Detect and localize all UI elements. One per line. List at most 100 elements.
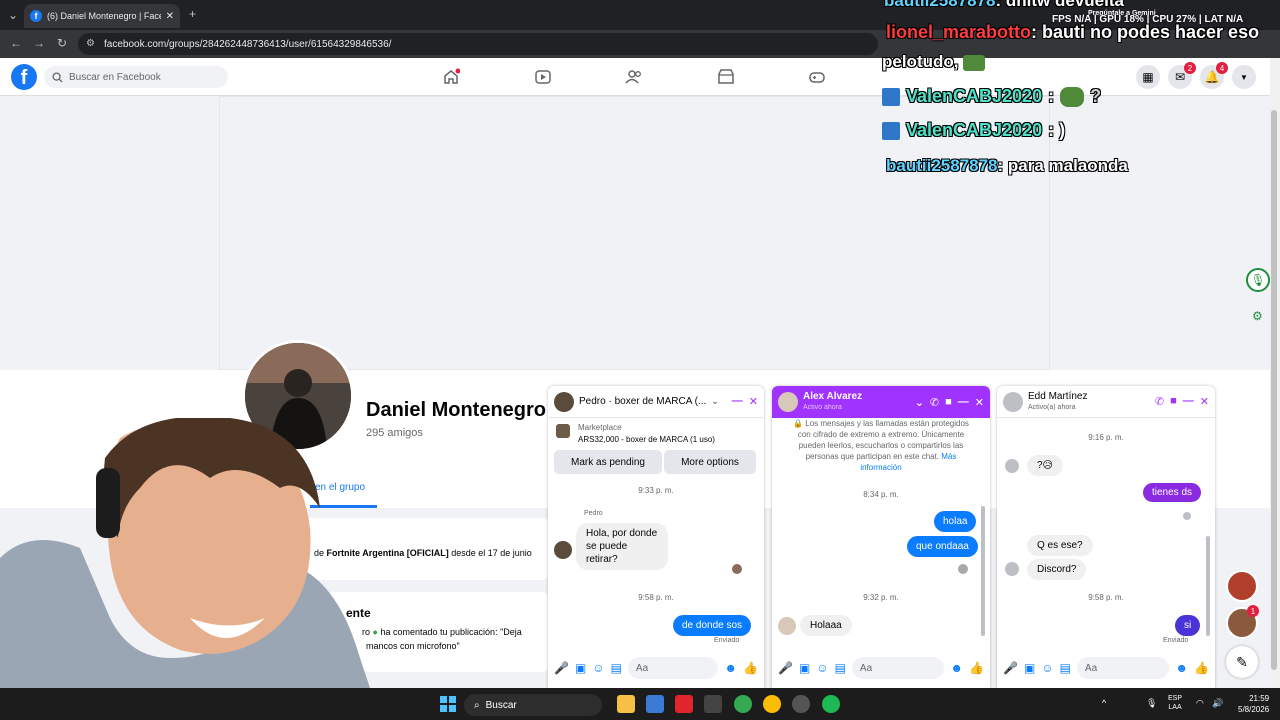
chat-window-pedro: Pedro · boxer de MARCA (... ⌄ — ✕ Market… <box>548 386 764 688</box>
sticker-icon[interactable]: ☺ <box>816 661 828 675</box>
webcam-overlay <box>0 418 370 688</box>
chevron-down-icon[interactable]: ⌄ <box>711 396 719 407</box>
close-icon[interactable]: ✕ <box>975 396 984 409</box>
timestamp: 9:58 p. m. <box>638 593 674 602</box>
emoji-icon[interactable]: ☻ <box>724 661 737 675</box>
forward-icon[interactable]: → <box>33 37 45 49</box>
new-message-icon[interactable]: ✎ <box>1226 646 1258 678</box>
friends-count[interactable]: 295 amigos <box>366 427 423 439</box>
file-explorer-icon[interactable] <box>617 695 635 713</box>
phone-icon[interactable]: ✆ <box>930 396 939 409</box>
chat-composer: 🎤 ▣ ☺ ▤ Aa ☻ 👍 <box>772 648 990 688</box>
back-icon[interactable]: ← <box>10 37 22 49</box>
seen-avatar <box>732 564 742 574</box>
mark-as-pending-button[interactable]: Mark as pending <box>554 450 662 474</box>
emoji-icon[interactable]: ☻ <box>1175 661 1188 675</box>
message-input[interactable]: Aa <box>1076 657 1170 679</box>
emoji-icon[interactable]: ☻ <box>950 661 963 675</box>
marketplace-nav-icon[interactable] <box>717 68 737 86</box>
taskbar-clock[interactable]: 21:59 5/8/2026 <box>1238 693 1269 715</box>
minimize-icon[interactable]: — <box>1183 395 1194 408</box>
chat-header-edd[interactable]: Edd Martínez Activo(a) ahora ✆ ■ — ✕ <box>997 386 1215 418</box>
video-call-icon[interactable]: ■ <box>945 396 952 409</box>
tray-mic-icon[interactable]: 🎙 <box>1146 698 1157 709</box>
like-icon[interactable]: 👍 <box>1194 661 1209 675</box>
close-icon[interactable]: ✕ <box>749 395 758 408</box>
chrome-profile-icon[interactable] <box>763 695 781 713</box>
browser-tab[interactable]: f (6) Daniel Montenegro | Facebook ✕ <box>24 4 180 28</box>
image-icon[interactable]: ▣ <box>575 661 586 675</box>
sticker-icon[interactable]: ☺ <box>1041 661 1053 675</box>
chat-header-pedro[interactable]: Pedro · boxer de MARCA (... ⌄ — ✕ <box>548 386 764 418</box>
microphone-icon[interactable]: 🎤 <box>778 661 793 675</box>
stream-chat-line-3: pelotudo, <box>882 52 986 72</box>
taskbar-search-label: Buscar <box>485 699 517 711</box>
chat-title[interactable]: Alex Alvarez <box>803 391 862 402</box>
new-tab-button[interactable]: + <box>189 8 196 20</box>
reload-icon[interactable]: ↻ <box>57 37 67 49</box>
account-menu-icon[interactable]: ▼ <box>1232 65 1256 89</box>
video-call-icon[interactable]: ■ <box>1170 395 1177 408</box>
language-indicator[interactable]: ESP LAA <box>1168 694 1182 712</box>
settings-gear-icon[interactable]: ⚙ <box>1252 309 1263 323</box>
gif-icon[interactable]: ▤ <box>611 661 622 675</box>
minimize-icon[interactable]: — <box>958 396 969 409</box>
tab-list-icon[interactable]: ⌄ <box>8 9 18 21</box>
message-input[interactable]: Aa <box>851 657 945 679</box>
tray-chevron-icon[interactable]: ^ <box>1102 698 1106 708</box>
message-bubble-incoming: Discord? <box>1027 559 1087 580</box>
taskbar-search[interactable]: ⌕ Buscar <box>464 694 602 716</box>
store-icon[interactable] <box>704 695 722 713</box>
like-icon[interactable]: 👍 <box>743 661 758 675</box>
gif-icon[interactable]: ▤ <box>1060 661 1071 675</box>
menu-grid-icon[interactable]: ▦ <box>1136 65 1160 89</box>
pes-game-icon[interactable] <box>646 695 664 713</box>
close-tab-icon[interactable]: ✕ <box>166 11 174 22</box>
twitch-badge-icon <box>882 121 900 140</box>
image-icon[interactable]: ▣ <box>1024 661 1035 675</box>
chat-scrollbar[interactable] <box>981 506 985 636</box>
chat-title[interactable]: Pedro · boxer de MARCA (... <box>579 396 706 407</box>
facebook-favicon-icon: f <box>30 10 42 22</box>
message-input[interactable]: Aa <box>627 657 719 679</box>
image-icon[interactable]: ▣ <box>799 661 810 675</box>
video-nav-icon[interactable] <box>534 68 554 86</box>
friends-nav-icon[interactable] <box>625 68 645 86</box>
check-icon: ● <box>372 627 378 637</box>
home-nav-icon[interactable] <box>442 68 462 86</box>
sticker-icon[interactable]: ☺ <box>592 661 604 675</box>
marketplace-item[interactable]: ARS32,000 - boxer de MARCA (1 uso) <box>578 435 715 444</box>
chevron-down-icon[interactable]: ⌄ <box>915 396 924 409</box>
volume-icon[interactable]: 🔊 <box>1212 698 1223 709</box>
wifi-icon[interactable]: ◠ <box>1196 698 1204 709</box>
emote-icon <box>963 54 986 71</box>
phone-icon[interactable]: ✆ <box>1155 395 1164 408</box>
chrome-icon[interactable] <box>734 695 752 713</box>
spotify-icon[interactable] <box>822 695 840 713</box>
gaming-nav-icon[interactable] <box>808 68 828 86</box>
chat-title[interactable]: Edd Martínez <box>1028 391 1087 402</box>
microphone-icon[interactable]: 🎙 <box>1246 268 1270 292</box>
chat-subtitle: Activo(a) ahora <box>1028 403 1076 411</box>
facebook-logo-icon[interactable]: f <box>11 64 37 90</box>
address-bar[interactable]: facebook.com/groups/284262448736413/user… <box>78 33 878 55</box>
like-icon[interactable]: 👍 <box>969 661 984 675</box>
wps-icon[interactable] <box>675 695 693 713</box>
microphone-icon[interactable]: 🎤 <box>1003 661 1018 675</box>
scrollbar-thumb[interactable] <box>1271 110 1277 670</box>
chat-header-alex[interactable]: Alex Alvarez Activo ahora ⌄ ✆ ■ — ✕ <box>772 386 990 418</box>
minimize-icon[interactable]: — <box>732 395 743 408</box>
close-icon[interactable]: ✕ <box>1200 395 1209 408</box>
gif-icon[interactable]: ▤ <box>835 661 846 675</box>
messenger-badge: 2 <box>1184 62 1196 74</box>
chat-head-avatar-1[interactable] <box>1226 570 1258 602</box>
more-options-button[interactable]: More options <box>664 450 756 474</box>
microphone-icon[interactable]: 🎤 <box>554 661 569 675</box>
chat-scrollbar[interactable] <box>1206 536 1210 636</box>
seen-avatar <box>1183 512 1191 520</box>
facebook-search-input[interactable]: Buscar en Facebook <box>44 66 228 88</box>
windows-start-icon[interactable] <box>440 696 456 712</box>
message-bubble-outgoing: si <box>1175 615 1201 636</box>
site-info-icon[interactable]: ⚙ <box>86 38 95 50</box>
obs-icon[interactable] <box>792 695 810 713</box>
